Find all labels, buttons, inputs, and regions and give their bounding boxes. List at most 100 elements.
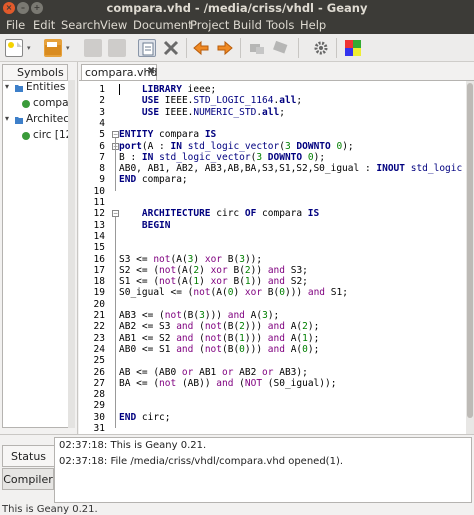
code-token: compara bbox=[256, 208, 308, 220]
compile-icon[interactable] bbox=[248, 39, 266, 57]
close-file-icon[interactable] bbox=[162, 39, 180, 57]
code-token: ))) bbox=[284, 287, 308, 299]
code-line[interactable]: END circ; bbox=[119, 412, 171, 423]
expander-icon[interactable]: ▾ bbox=[5, 114, 9, 123]
code-token: ( bbox=[193, 343, 205, 355]
code-text[interactable]: LIBRARY ieee; USE IEEE.STD_LOGIC_1164.al… bbox=[119, 81, 464, 435]
code-line[interactable]: END compara; bbox=[119, 174, 188, 185]
code-token: and bbox=[176, 321, 194, 333]
code-token: ); bbox=[462, 163, 464, 174]
code-line[interactable]: AB3 <= (not(B(3))) and A(3); bbox=[119, 310, 279, 321]
code-line[interactable]: AB0, AB1, AB2, AB3,AB,BA,S3,S1,S2,S0_igu… bbox=[119, 163, 464, 174]
editor-scrollbar[interactable] bbox=[466, 81, 474, 435]
fold-margin[interactable]: −−− bbox=[111, 81, 119, 435]
menu-tools[interactable]: Tools bbox=[266, 18, 294, 32]
toolbar-separator bbox=[298, 38, 299, 58]
code-token: DOWNTO bbox=[267, 151, 303, 163]
code-line[interactable]: BA <= (not (AB)) and (NOT (S0_igual)); bbox=[119, 378, 336, 389]
fold-marker-icon[interactable]: − bbox=[112, 131, 119, 139]
code-line[interactable]: S2 <= (not(A(2) xor B(2)) and S3; bbox=[119, 265, 308, 276]
open-file-dropdown-icon[interactable]: ▾ bbox=[66, 44, 70, 52]
code-token: A( bbox=[284, 332, 303, 344]
code-token: or bbox=[221, 366, 234, 378]
fold-marker-icon[interactable]: − bbox=[112, 210, 119, 218]
color-chooser-icon[interactable] bbox=[344, 39, 362, 57]
back-icon[interactable] bbox=[192, 39, 210, 57]
code-token: AB2 bbox=[233, 366, 263, 378]
line-number: 17 bbox=[93, 264, 105, 276]
tree-item-circ[interactable]: circ [12] bbox=[3, 129, 74, 144]
menu-view[interactable]: View bbox=[100, 18, 127, 32]
code-line[interactable]: AB0 <= S1 and (not(B(0))) and A(0); bbox=[119, 344, 319, 355]
new-file-icon[interactable] bbox=[5, 39, 23, 57]
code-token: ); bbox=[313, 151, 326, 163]
editor-area: compara.vhd ✖ 1 2 3 4 5 6 7 8 9 10 11 12 13 14 15 16 17 1… bbox=[79, 62, 474, 435]
code-token: xor bbox=[204, 253, 223, 265]
code-line[interactable]: port(A : IN std_logic_vector(3 DOWNTO 0)… bbox=[119, 141, 354, 152]
menu-file[interactable]: File bbox=[6, 18, 25, 32]
menu-help[interactable]: Help bbox=[300, 18, 326, 32]
menu-document[interactable]: Document bbox=[133, 18, 193, 32]
menu-search[interactable]: Search bbox=[61, 18, 101, 32]
line-number: 8 bbox=[99, 163, 105, 175]
menu-edit[interactable]: Edit bbox=[33, 18, 55, 32]
code-token: IN bbox=[141, 151, 154, 163]
code-editor[interactable]: 1 2 3 4 5 6 7 8 9 10 11 12 13 14 15 16 17 18 19 20 21 22 23 24 2… bbox=[79, 80, 474, 435]
code-token: ) bbox=[199, 264, 211, 276]
save-icon[interactable] bbox=[84, 39, 102, 57]
code-token: circ bbox=[210, 208, 245, 220]
code-line[interactable]: LIBRARY ieee; bbox=[119, 84, 216, 95]
code-line[interactable]: S0_igual <= (not(A(0) xor B(0))) and S1; bbox=[119, 287, 348, 298]
toolbar: ▾ ▾ bbox=[0, 34, 474, 62]
save-all-icon[interactable] bbox=[108, 39, 126, 57]
build-icon[interactable] bbox=[272, 39, 290, 57]
toolbar-separator bbox=[336, 38, 337, 58]
code-line[interactable]: B : IN std_logic_vector(3 DOWNTO 0); bbox=[119, 152, 325, 163]
code-token: AB2 <= S3 bbox=[119, 321, 177, 333]
code-token: ))) bbox=[244, 332, 268, 344]
expander-icon[interactable]: ▾ bbox=[5, 82, 9, 91]
code-line[interactable]: ENTITY compara IS bbox=[119, 129, 216, 140]
code-token: (AB)) bbox=[176, 377, 217, 389]
code-line[interactable]: USE IEEE.NUMERIC_STD.all; bbox=[119, 107, 285, 118]
tab-status[interactable]: Status bbox=[2, 445, 54, 467]
code-line[interactable]: AB2 <= S3 and (not(B(2))) and A(2); bbox=[119, 321, 319, 332]
code-token: std_logic_vector bbox=[187, 140, 280, 152]
preferences-icon[interactable] bbox=[312, 39, 330, 57]
code-token: not bbox=[164, 310, 182, 321]
code-token: B( bbox=[227, 276, 245, 288]
tree-item-compara[interactable]: compara [ bbox=[3, 97, 74, 112]
revert-icon[interactable] bbox=[138, 39, 156, 57]
code-token: S2; bbox=[285, 276, 308, 288]
code-token: not bbox=[204, 321, 222, 333]
code-line[interactable]: USE IEEE.STD_LOGIC_1164.all; bbox=[119, 95, 302, 106]
code-token: B( bbox=[227, 264, 245, 276]
tree-item-entities[interactable]: ▾ Entities bbox=[3, 81, 74, 96]
new-file-dropdown-icon[interactable]: ▾ bbox=[27, 44, 31, 52]
open-file-icon[interactable] bbox=[44, 39, 62, 57]
line-number: 14 bbox=[93, 230, 105, 242]
code-line[interactable]: ARCHITECTURE circ OF compara IS bbox=[119, 208, 319, 219]
code-line[interactable]: S1 <= (not(A(1) xor B(1)) and S2; bbox=[119, 276, 308, 287]
menu-project[interactable]: Project bbox=[190, 18, 229, 32]
line-number: 1 bbox=[99, 84, 105, 95]
tab-symbols[interactable]: Symbols bbox=[2, 64, 68, 80]
code-line[interactable]: AB <= (AB0 or AB1 or AB2 or AB3); bbox=[119, 367, 308, 378]
tree-item-architecture[interactable]: ▾ Architecture bbox=[3, 113, 74, 128]
code-token: S1; bbox=[325, 287, 348, 299]
editor-scrollbar-thumb[interactable] bbox=[467, 83, 473, 418]
code-line[interactable]: BEGIN bbox=[119, 220, 171, 231]
code-line[interactable]: AB1 <= S2 and (not(B(1))) and A(1); bbox=[119, 333, 319, 344]
menu-build[interactable]: Build bbox=[233, 18, 262, 32]
close-tab-icon[interactable]: ✖ bbox=[147, 66, 155, 77]
tab-compiler[interactable]: Compiler bbox=[2, 468, 54, 490]
forward-icon[interactable] bbox=[216, 39, 234, 57]
sidebar-scrollbar[interactable] bbox=[68, 80, 75, 428]
line-number: 21 bbox=[93, 310, 105, 321]
document-tab[interactable]: compara.vhd ✖ bbox=[81, 64, 157, 80]
code-line[interactable]: S3 <= not(A(3) xor B(3)); bbox=[119, 254, 262, 265]
code-token: ); bbox=[307, 321, 320, 333]
tab-symbols-label: Symbols bbox=[17, 66, 64, 79]
line-number: 11 bbox=[93, 197, 105, 208]
